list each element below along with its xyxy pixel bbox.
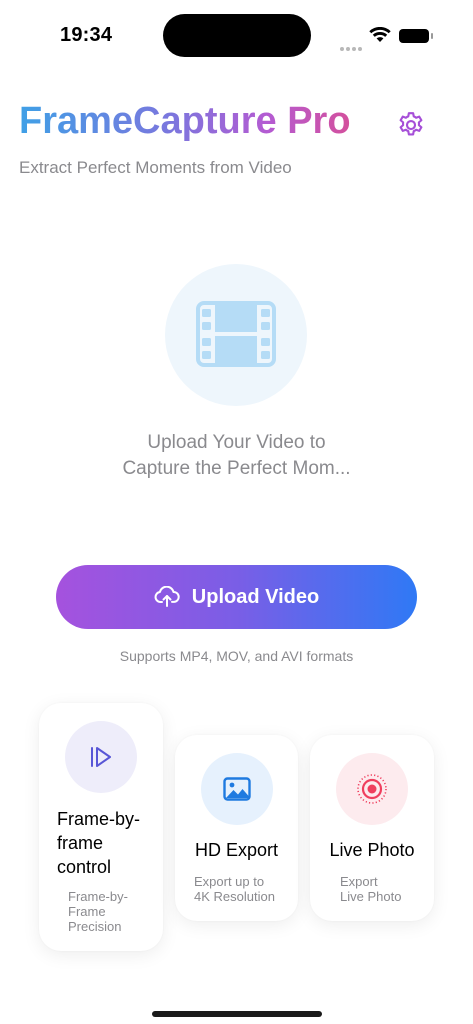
- feature-icon-circle: [201, 753, 273, 825]
- feature-title: Live Photo: [329, 840, 415, 860]
- feature-card-frame-control[interactable]: Frame-by- frame control Frame-by- Frame …: [39, 703, 163, 951]
- feature-icon-circle: [65, 721, 137, 793]
- play-frame-icon: [91, 747, 111, 767]
- app-subtitle: Extract Perfect Moments from Video: [19, 158, 292, 177]
- feature-card-live-photo[interactable]: Live Photo Export Live Photo: [310, 735, 434, 921]
- feature-card-hd-export[interactable]: HD Export Export up to 4K Resolution: [175, 735, 298, 921]
- feature-title: Frame-by- frame control: [57, 809, 141, 877]
- feature-description: Export up to 4K Resolution: [194, 874, 275, 904]
- image-icon: [223, 777, 251, 801]
- status-bar: 19:34: [0, 0, 473, 70]
- home-indicator[interactable]: [152, 1011, 322, 1017]
- video-placeholder[interactable]: [165, 264, 307, 406]
- supported-formats-note: Supports MP4, MOV, and AVI formats: [119, 648, 354, 664]
- feature-description: Frame-by- Frame Precision: [68, 889, 128, 934]
- wifi-icon: [369, 27, 391, 42]
- feature-description: Export Live Photo: [340, 874, 402, 904]
- status-time: 19:34: [60, 24, 113, 46]
- upload-video-button[interactable]: Upload Video: [56, 565, 417, 629]
- cloud-upload-icon: [154, 586, 180, 607]
- dynamic-island: [163, 14, 311, 57]
- app-title: FrameCapture Pro: [19, 100, 351, 142]
- signal-icon: [340, 38, 364, 56]
- upload-prompt-line2: Capture the Perfect Mom...: [122, 458, 351, 479]
- upload-prompt-line1: Upload Your Video to: [147, 432, 326, 453]
- feature-icon-circle: [336, 753, 408, 825]
- film-icon: [196, 301, 276, 367]
- gear-icon[interactable]: [396, 110, 426, 140]
- upload-video-label: Upload Video: [191, 585, 320, 608]
- feature-title: HD Export: [194, 840, 279, 860]
- live-photo-icon: [357, 774, 387, 804]
- battery-icon: [399, 29, 433, 43]
